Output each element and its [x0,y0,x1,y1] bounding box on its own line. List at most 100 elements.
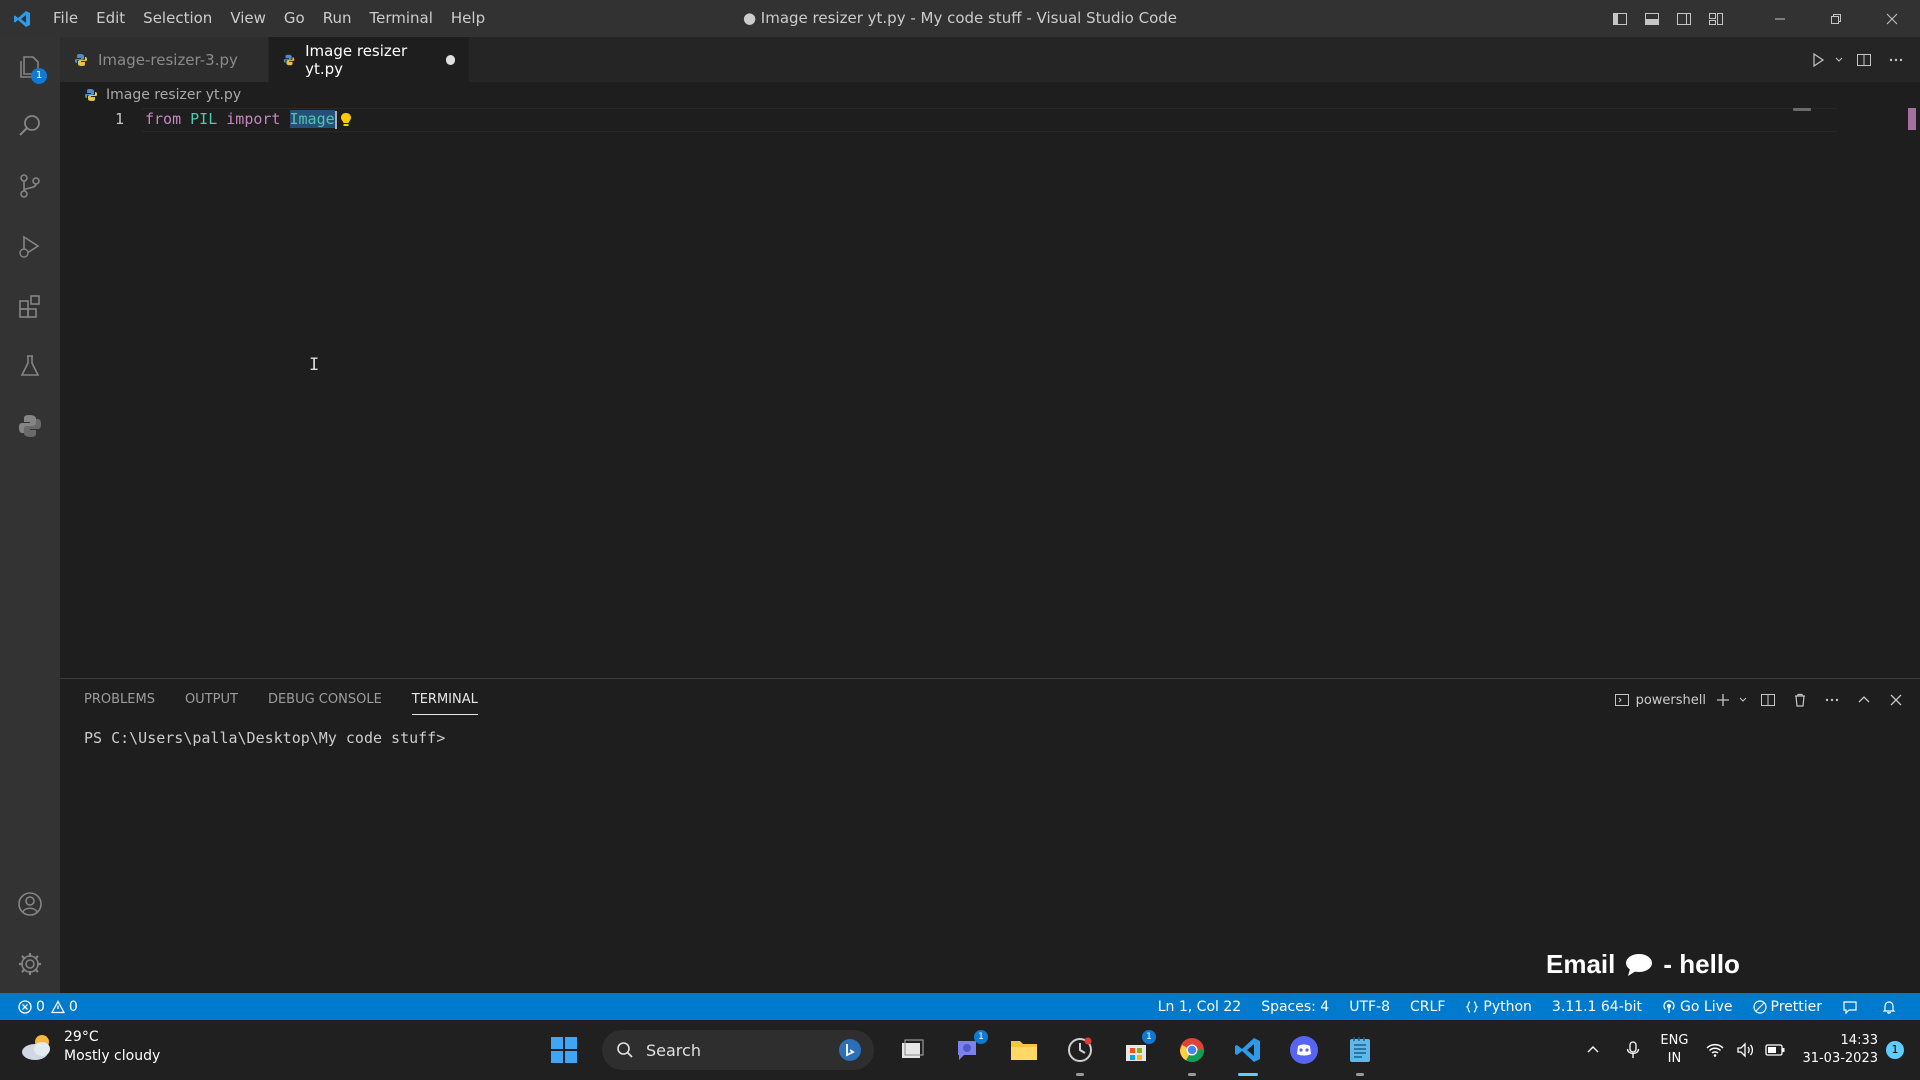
show-hidden-icons-chevron-icon[interactable] [1578,1020,1608,1080]
panel-more-icon[interactable] [1816,684,1848,716]
selected-identifier: Image [289,110,335,128]
menu-run[interactable]: Run [314,0,361,37]
minimap-preview[interactable] [1793,108,1811,111]
input-language[interactable]: ENG IN [1660,1032,1688,1068]
vscode-taskbar-icon[interactable] [1220,1020,1276,1080]
customize-layout-icon[interactable] [1700,0,1732,37]
microphone-icon[interactable] [1618,1020,1648,1080]
kill-terminal-trash-icon[interactable] [1784,684,1816,716]
panel-tabs: PROBLEMS OUTPUT DEBUG CONSOLE TERMINAL [84,679,508,721]
tab-label: Image resizer yt.py [305,41,408,78]
explorer-icon[interactable]: 1 [0,37,60,95]
search-icon[interactable] [0,97,60,155]
menu-view[interactable]: View [221,0,275,37]
file-explorer-icon[interactable] [996,1020,1052,1080]
feedback-icon[interactable] [1832,993,1872,1020]
error-count: 0 [36,998,45,1015]
menu-go[interactable]: Go [275,0,314,37]
notifications-bell-icon[interactable] [1872,993,1910,1020]
end-of-line[interactable]: CRLF [1400,993,1455,1020]
close-panel-icon[interactable] [1880,684,1912,716]
file-encoding[interactable]: UTF-8 [1339,993,1400,1020]
menu-edit[interactable]: Edit [87,0,134,37]
start-windows-icon[interactable] [536,1020,592,1080]
cloud-weather-icon [22,1035,50,1060]
terminal-prompt[interactable]: PS C:\Users\palla\Desktop\My code stuff> [84,729,445,747]
toggle-secondary-sidebar-icon[interactable] [1668,0,1700,37]
app-clock-icon[interactable] [1052,1020,1108,1080]
notification-center-badge[interactable]: 1 [1886,1041,1904,1059]
go-live-button[interactable]: Go Live [1652,993,1742,1020]
keyword-import: import [226,110,281,128]
task-view-icon[interactable] [884,1020,940,1080]
weather-widget[interactable]: 29°C Mostly cloudy [20,1028,160,1066]
extensions-icon[interactable] [0,277,60,335]
unsaved-dot-icon[interactable] [446,54,455,65]
run-debug-icon[interactable] [0,217,60,275]
code-line[interactable]: from PIL import Image [145,110,353,129]
taskbar-search-box[interactable]: Search [602,1030,874,1070]
toggle-primary-sidebar-icon[interactable] [1604,0,1636,37]
terminal-shell-selector[interactable]: powershell [1614,692,1706,708]
title-controls [1604,0,1920,37]
shell-name: powershell [1635,692,1706,708]
maximize-panel-chevron-up-icon[interactable] [1848,684,1880,716]
teams-chat-icon[interactable]: 1 [940,1020,996,1080]
vscode-logo-icon[interactable] [0,0,44,37]
error-icon [18,999,32,1014]
overlay-left-text: Email [1546,949,1616,979]
language-mode[interactable]: Python [1455,993,1542,1020]
status-right: Ln 1, Col 22 Spaces: 4 UTF-8 CRLF Python… [1148,993,1910,1020]
date: 31-03-2023 [1802,1051,1878,1066]
clock[interactable]: 14:33 31-03-2023 [1802,1032,1878,1068]
cursor-position[interactable]: Ln 1, Col 22 [1148,993,1251,1020]
wifi-icon[interactable] [1700,1020,1730,1080]
run-dropdown-chevron-icon[interactable] [1832,46,1846,74]
microsoft-store-icon[interactable]: 1 [1108,1020,1164,1080]
tab-terminal[interactable]: TERMINAL [411,679,479,721]
new-terminal-plus-icon[interactable] [1712,684,1734,716]
prettier-button[interactable]: Prettier [1743,993,1833,1020]
terminal-dropdown-chevron-icon[interactable] [1734,684,1752,716]
more-actions-icon[interactable] [1882,46,1910,74]
tab-image-resizer-yt[interactable]: Image resizer yt.py [269,37,469,82]
speech-bubble-icon [1626,953,1653,976]
source-control-icon[interactable] [0,157,60,215]
code-editor[interactable]: 1 from PIL import Image I [60,108,1920,678]
lightbulb-icon[interactable] [339,112,353,128]
tab-output[interactable]: OUTPUT [185,679,238,721]
module-name: PIL [190,110,218,128]
split-terminal-icon[interactable] [1752,684,1784,716]
toggle-panel-icon[interactable] [1636,0,1668,37]
problems-summary[interactable]: 0 0 [0,993,78,1020]
run-python-file-icon[interactable] [1804,46,1832,74]
battery-icon[interactable] [1760,1020,1790,1080]
split-editor-icon[interactable] [1850,46,1878,74]
minimize-icon[interactable] [1752,0,1808,37]
tab-debug-console[interactable]: DEBUG CONSOLE [268,679,382,721]
restore-icon[interactable] [1808,0,1864,37]
chrome-icon[interactable] [1164,1020,1220,1080]
taskbar-apps: Search 1 1 [536,1020,1388,1080]
accounts-icon[interactable] [0,875,60,933]
overview-ruler-marker[interactable] [1908,108,1916,130]
menu-selection[interactable]: Selection [134,0,221,37]
notepad-icon[interactable] [1332,1020,1388,1080]
language-code: ENG [1660,1033,1689,1048]
testing-icon[interactable] [0,337,60,395]
settings-gear-icon[interactable] [0,935,60,993]
discord-icon[interactable] [1276,1020,1332,1080]
breadcrumb-file[interactable]: Image resizer yt.py [106,87,241,103]
indentation[interactable]: Spaces: 4 [1251,993,1339,1020]
tab-problems[interactable]: PROBLEMS [84,679,155,721]
menu-terminal[interactable]: Terminal [361,0,442,37]
windows-taskbar: 29°C Mostly cloudy Search 1 1 ENG IN 14:… [0,1020,1920,1080]
close-window-icon[interactable] [1864,0,1920,37]
menu-file[interactable]: File [44,0,87,37]
python-icon[interactable] [0,397,60,455]
tab-image-resizer-3[interactable]: Image-resizer-3.py [60,37,268,82]
python-interpreter[interactable]: 3.11.1 64-bit [1542,993,1652,1020]
volume-icon[interactable] [1730,1020,1760,1080]
editor-tabs: Image-resizer-3.py Image resizer yt.py [60,37,1920,82]
menu-help[interactable]: Help [442,0,494,37]
